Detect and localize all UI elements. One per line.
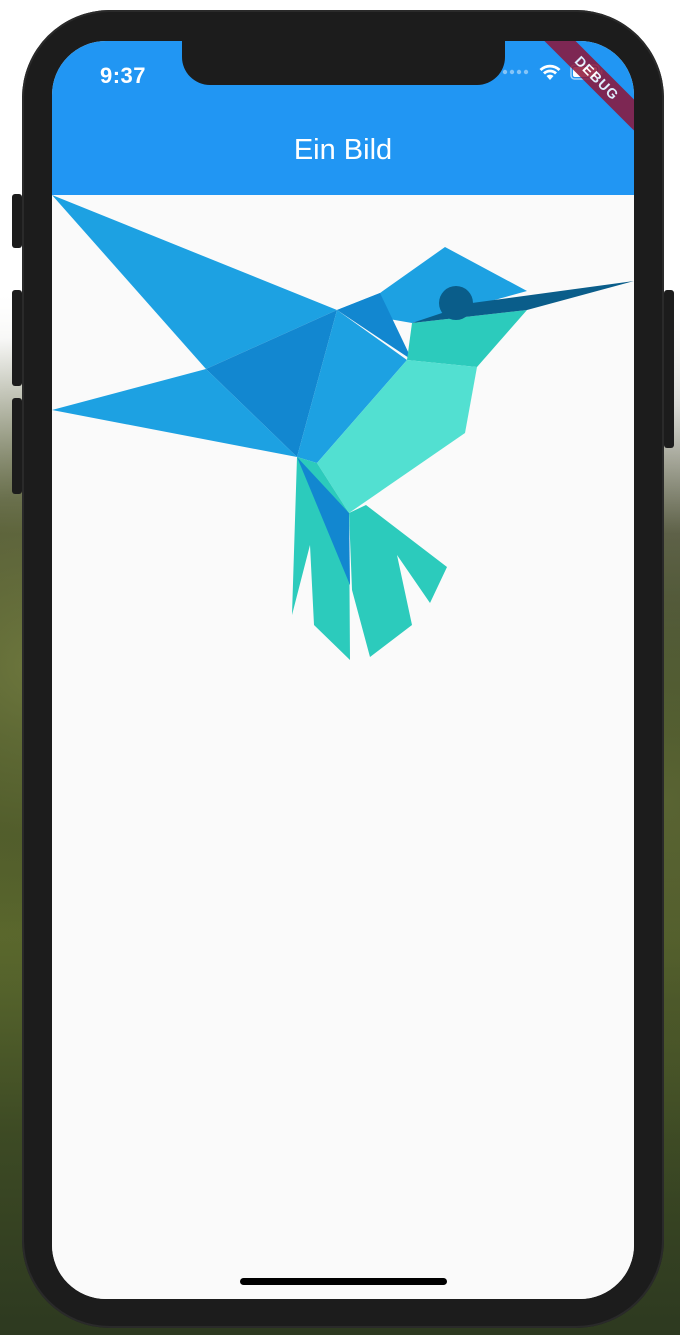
volume-down-button [12, 398, 22, 494]
volume-up-button [12, 290, 22, 386]
tail-right [349, 505, 447, 657]
home-indicator[interactable] [240, 1278, 447, 1285]
phone-screen: 9:37 Ein Bild DEBUG [52, 41, 634, 1299]
notch [182, 41, 505, 85]
bird-eye [439, 286, 473, 320]
power-button [664, 290, 674, 448]
debug-banner: DEBUG [524, 41, 634, 151]
debug-banner-label: DEBUG [536, 41, 634, 139]
status-time: 9:37 [100, 63, 147, 88]
hummingbird-image [52, 195, 634, 660]
silent-switch [12, 194, 22, 248]
content-area [52, 195, 634, 1299]
